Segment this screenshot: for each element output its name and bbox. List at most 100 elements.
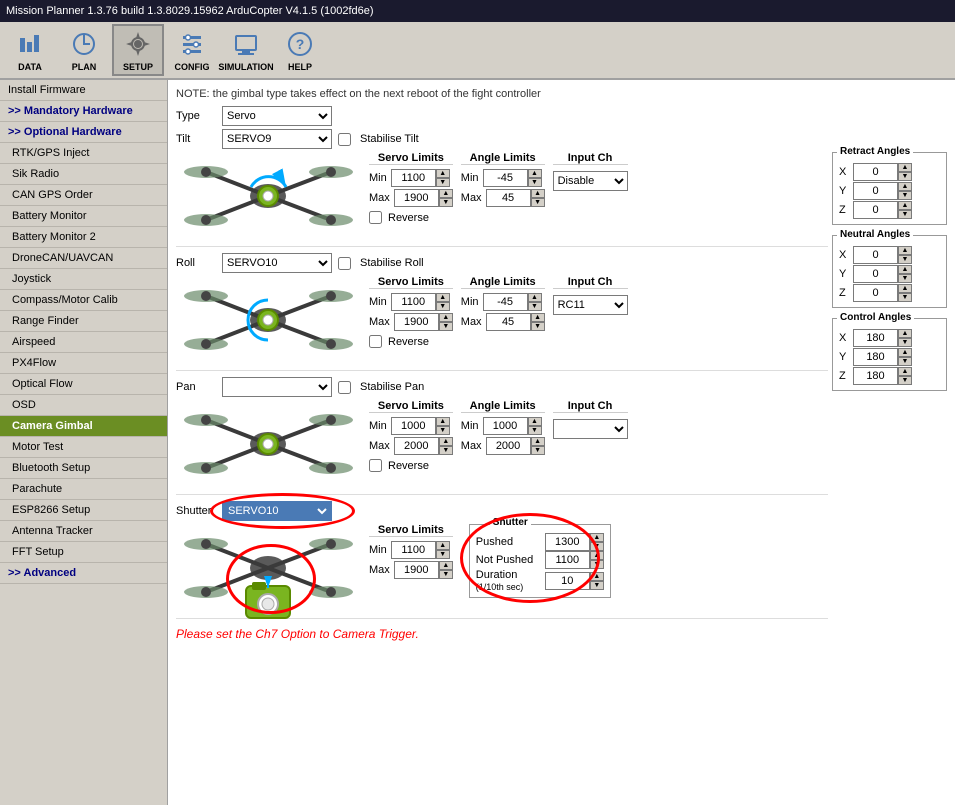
neutral-x-input[interactable]: 0 [853,246,898,264]
retract-z-down[interactable]: ▼ [898,210,912,219]
toolbar-config-btn[interactable]: CONFIG [166,24,218,76]
retract-z-input[interactable]: 0 [853,201,898,219]
neutral-z-input[interactable]: 0 [853,284,898,302]
sidebar-osd[interactable]: OSD [0,395,167,416]
pan-angle-min-down[interactable]: ▼ [528,426,542,435]
pan-servo-max-input[interactable]: 2000 [394,437,439,455]
toolbar-simulation-btn[interactable]: SIMULATION [220,24,272,76]
shutter-duration-down[interactable]: ▼ [590,581,604,590]
sidebar-optional-hardware[interactable]: >> Optional Hardware [0,122,167,143]
sidebar-battery-monitor2[interactable]: Battery Monitor 2 [0,227,167,248]
sidebar-airspeed[interactable]: Airspeed [0,332,167,353]
control-y-input[interactable]: 180 [853,348,898,366]
neutral-z-up[interactable]: ▲ [898,284,912,293]
roll-angle-max-input[interactable]: 45 [486,313,531,331]
pan-angle-min-input[interactable]: 1000 [483,417,528,435]
shutter-select[interactable]: SERVO10 Disable [222,501,332,521]
control-z-down[interactable]: ▼ [898,376,912,385]
pan-servo-min-input[interactable]: 1000 [391,417,436,435]
toolbar-setup-btn[interactable]: SETUP [112,24,164,76]
tilt-servo-max-down[interactable]: ▼ [439,198,453,207]
toolbar-help-btn[interactable]: ? HELP [274,24,326,76]
shutter-servo-min-input[interactable]: 1100 [391,541,436,559]
roll-angle-max-up[interactable]: ▲ [531,313,545,322]
neutral-y-down[interactable]: ▼ [898,274,912,283]
sidebar-esp8266[interactable]: ESP8266 Setup [0,500,167,521]
roll-servo-max-down[interactable]: ▼ [439,322,453,331]
roll-angle-min-input[interactable]: -45 [483,293,528,311]
control-x-input[interactable]: 180 [853,329,898,347]
pan-angle-max-input[interactable]: 2000 [486,437,531,455]
sidebar-fft-setup[interactable]: FFT Setup [0,542,167,563]
shutter-duration-up[interactable]: ▲ [590,572,604,581]
roll-angle-min-down[interactable]: ▼ [528,302,542,311]
pan-input-select[interactable]: Disable [553,419,628,439]
sidebar-mandatory-hardware[interactable]: >> Mandatory Hardware [0,101,167,122]
sidebar-optical-flow[interactable]: Optical Flow [0,374,167,395]
shutter-servo-min-down[interactable]: ▼ [436,550,450,559]
pan-angle-min-up[interactable]: ▲ [528,417,542,426]
tilt-angle-min-down[interactable]: ▼ [528,178,542,187]
shutter-notpushed-input[interactable]: 1100 [545,551,590,569]
tilt-servo-min-input[interactable]: 1100 [391,169,436,187]
shutter-pushed-input[interactable]: 1300 [545,533,590,551]
roll-angle-min-up[interactable]: ▲ [528,293,542,302]
sidebar-bluetooth-setup[interactable]: Bluetooth Setup [0,458,167,479]
retract-x-up[interactable]: ▲ [898,163,912,172]
tilt-reverse-check[interactable] [369,211,382,224]
pan-servo-min-up[interactable]: ▲ [436,417,450,426]
sidebar-advanced[interactable]: >> Advanced [0,563,167,584]
control-x-down[interactable]: ▼ [898,338,912,347]
shutter-servo-max-up[interactable]: ▲ [439,561,453,570]
retract-x-input[interactable]: 0 [853,163,898,181]
sidebar-motor-test[interactable]: Motor Test [0,437,167,458]
neutral-x-up[interactable]: ▲ [898,246,912,255]
tilt-servo-min-down[interactable]: ▼ [436,178,450,187]
toolbar-data-btn[interactable]: DATA [4,24,56,76]
tilt-angle-max-input[interactable]: 45 [486,189,531,207]
retract-x-down[interactable]: ▼ [898,172,912,181]
shutter-servo-max-down[interactable]: ▼ [439,570,453,579]
retract-y-down[interactable]: ▼ [898,191,912,200]
stabilise-pan-check[interactable] [338,381,351,394]
pan-servo-min-down[interactable]: ▼ [436,426,450,435]
sidebar-px4flow[interactable]: PX4Flow [0,353,167,374]
roll-select[interactable]: SERVO10 Disable [222,253,332,273]
roll-input-select[interactable]: RC11 Disable [553,295,628,315]
roll-servo-min-input[interactable]: 1100 [391,293,436,311]
control-y-down[interactable]: ▼ [898,357,912,366]
pan-select[interactable]: Disable [222,377,332,397]
sidebar-can-gps[interactable]: CAN GPS Order [0,185,167,206]
shutter-notpushed-down[interactable]: ▼ [590,560,604,569]
neutral-z-down[interactable]: ▼ [898,293,912,302]
neutral-x-down[interactable]: ▼ [898,255,912,264]
sidebar-joystick[interactable]: Joystick [0,269,167,290]
tilt-angle-min-up[interactable]: ▲ [528,169,542,178]
retract-y-up[interactable]: ▲ [898,182,912,191]
type-select[interactable]: Servo None Alexmos [222,106,332,126]
tilt-angle-max-up[interactable]: ▲ [531,189,545,198]
tilt-angle-min-input[interactable]: -45 [483,169,528,187]
retract-y-input[interactable]: 0 [853,182,898,200]
pan-reverse-check[interactable] [369,459,382,472]
toolbar-plan-btn[interactable]: PLAN [58,24,110,76]
tilt-servo-min-up[interactable]: ▲ [436,169,450,178]
shutter-duration-input[interactable]: 10 [545,572,590,590]
sidebar-dronecan[interactable]: DroneCAN/UAVCAN [0,248,167,269]
tilt-input-select[interactable]: Disable RC1RC2RC6 [553,171,628,191]
control-z-input[interactable]: 180 [853,367,898,385]
tilt-angle-max-down[interactable]: ▼ [531,198,545,207]
roll-servo-min-up[interactable]: ▲ [436,293,450,302]
roll-reverse-check[interactable] [369,335,382,348]
neutral-y-up[interactable]: ▲ [898,265,912,274]
tilt-select[interactable]: SERVO9 Disable [222,129,332,149]
pan-angle-max-up[interactable]: ▲ [531,437,545,446]
tilt-servo-max-up[interactable]: ▲ [439,189,453,198]
control-y-up[interactable]: ▲ [898,348,912,357]
pan-servo-max-up[interactable]: ▲ [439,437,453,446]
sidebar-antenna-tracker[interactable]: Antenna Tracker [0,521,167,542]
tilt-servo-max-input[interactable]: 1900 [394,189,439,207]
shutter-notpushed-up[interactable]: ▲ [590,551,604,560]
shutter-servo-max-input[interactable]: 1900 [394,561,439,579]
sidebar-camera-gimbal[interactable]: Camera Gimbal [0,416,167,437]
